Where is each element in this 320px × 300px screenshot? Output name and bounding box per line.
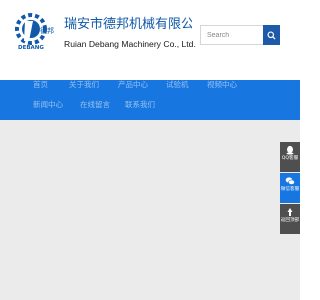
company-name-en: Ruian Debang Machinery Co., Ltd. bbox=[64, 39, 196, 49]
back-to-top-button[interactable]: 返回顶部 bbox=[280, 204, 300, 234]
search-icon bbox=[267, 30, 276, 40]
wechat-service-button[interactable]: 微信客服 bbox=[280, 173, 300, 203]
wechat-service-label: 微信客服 bbox=[280, 187, 300, 192]
search-button[interactable] bbox=[263, 25, 280, 45]
wechat-icon bbox=[285, 177, 295, 185]
nav-item-news[interactable]: 新闻中心 bbox=[33, 98, 63, 112]
nav-item-home[interactable]: 首页 bbox=[33, 78, 48, 92]
site-header: 德邦 DEBANG 瑞安市德邦机械有限公司 Ruian Debang Machi… bbox=[0, 0, 300, 80]
nav-item-video[interactable]: 视频中心 bbox=[207, 78, 237, 92]
logo-brand-text: DEBANG bbox=[18, 45, 44, 51]
nav-item-products[interactable]: 产品中心 bbox=[118, 78, 148, 92]
nav-item-testing-machine[interactable]: 试验机 bbox=[166, 78, 189, 92]
company-name-zh: 瑞安市德邦机械有限公司 bbox=[64, 17, 192, 32]
company-logo-icon[interactable]: 德邦 DEBANG bbox=[10, 11, 56, 51]
main-nav: 首页 关于我们 产品中心 试验机 视频中心 新闻中心 在线留言 联系我们 bbox=[0, 80, 300, 120]
nav-item-contact[interactable]: 联系我们 bbox=[125, 98, 155, 112]
logo-badge-text: 德邦 bbox=[40, 26, 54, 35]
qq-service-label: QQ客服 bbox=[281, 156, 299, 161]
qq-service-button[interactable]: QQ客服 bbox=[280, 142, 300, 172]
back-to-top-icon bbox=[287, 208, 293, 216]
back-to-top-label: 返回顶部 bbox=[280, 218, 300, 223]
nav-item-message[interactable]: 在线留言 bbox=[80, 98, 110, 112]
nav-item-about[interactable]: 关于我们 bbox=[69, 78, 99, 92]
main-content-area bbox=[0, 120, 300, 300]
qq-icon bbox=[286, 145, 294, 155]
